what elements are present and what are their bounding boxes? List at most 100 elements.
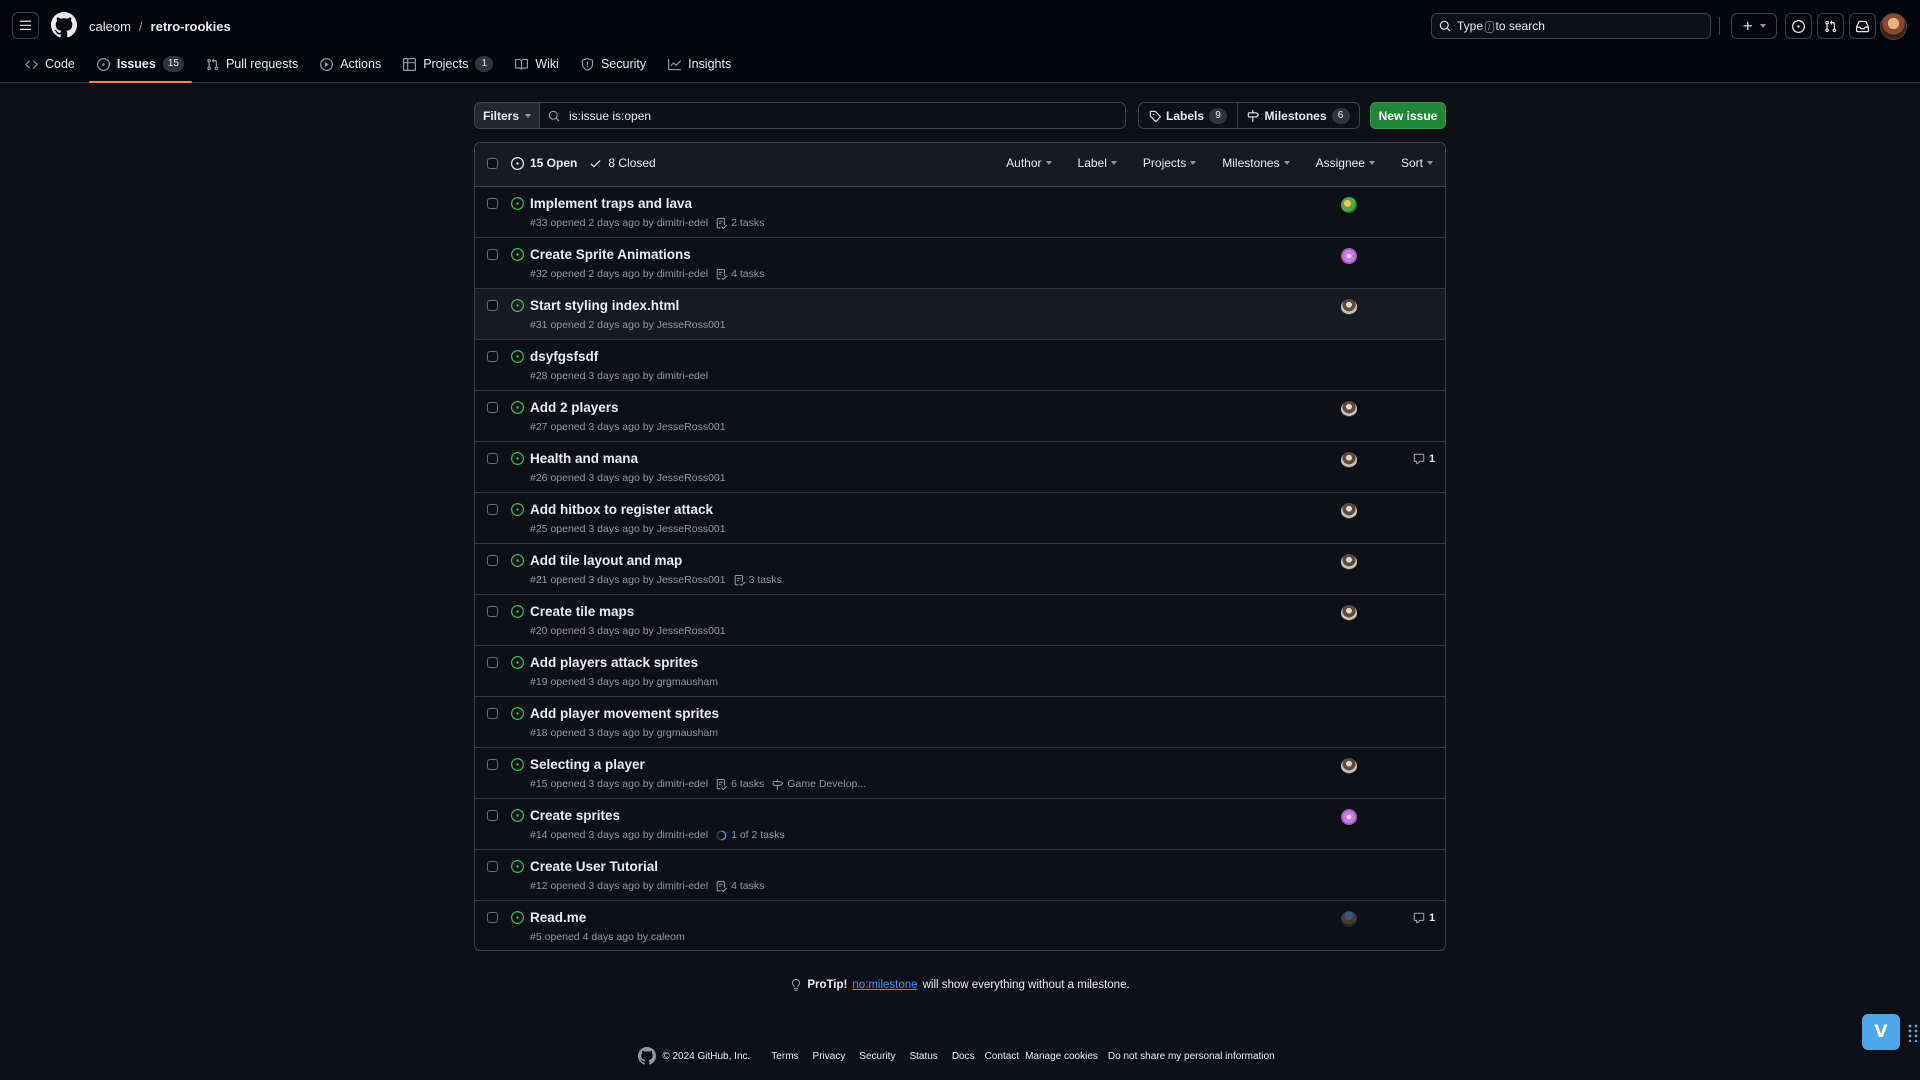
user-avatar[interactable]: [1880, 13, 1907, 40]
footer-link-manage-cookies[interactable]: Manage cookies: [1025, 1051, 1098, 1062]
issue-filter-input[interactable]: [569, 108, 1109, 123]
issue-checkbox[interactable]: [487, 351, 498, 362]
issue-checkbox[interactable]: [487, 504, 498, 515]
issue-author-link[interactable]: caleom: [651, 931, 685, 943]
assignee-avatar[interactable]: [1341, 554, 1357, 570]
issue-checkbox[interactable]: [487, 249, 498, 260]
tab-pull-requests[interactable]: Pull requests: [198, 51, 306, 77]
pull-requests-shortcut-button[interactable]: [1817, 13, 1844, 39]
issue-author-link[interactable]: dimitri-edel: [657, 217, 708, 229]
issue-author-link[interactable]: dimitri-edel: [657, 880, 708, 892]
projects-filter-dropdown[interactable]: Projects: [1143, 156, 1197, 170]
tab-insights[interactable]: Insights: [660, 51, 739, 77]
comments-link[interactable]: 1: [1413, 453, 1435, 465]
tab-code[interactable]: Code: [17, 51, 83, 77]
issue-row[interactable]: Read.me #5 opened 4 days ago by caleom 1: [475, 901, 1445, 950]
issue-row[interactable]: dsyfgsfsdf #28 opened 3 days ago by dimit…: [475, 340, 1445, 391]
issue-author-link[interactable]: grgmausham: [657, 727, 718, 739]
breadcrumb-repo[interactable]: retro-rookies: [151, 19, 231, 34]
issue-title-link[interactable]: Create User Tutorial: [530, 859, 658, 874]
assignee-avatar[interactable]: [1341, 299, 1357, 315]
issue-title-link[interactable]: Start styling index.html: [530, 298, 679, 313]
issue-row[interactable]: Add players attack sprites #19 opened 3 d…: [475, 646, 1445, 697]
issue-checkbox[interactable]: [487, 198, 498, 209]
breadcrumb-owner[interactable]: caleom: [89, 19, 131, 34]
footer-link-do-not-share-my-personal-information[interactable]: Do not share my personal information: [1108, 1051, 1275, 1062]
issue-row[interactable]: Health and mana #26 opened 3 days ago by …: [475, 442, 1445, 493]
issue-author-link[interactable]: JesseRoss001: [657, 472, 726, 484]
assignee-filter-dropdown[interactable]: Assignee: [1316, 156, 1375, 170]
issue-checkbox[interactable]: [487, 300, 498, 311]
issue-title-link[interactable]: Implement traps and lava: [530, 196, 692, 211]
tab-wiki[interactable]: Wiki: [507, 51, 567, 77]
issue-row[interactable]: Create tile maps #20 opened 3 days ago by…: [475, 595, 1445, 646]
issue-checkbox[interactable]: [487, 606, 498, 617]
global-search-input[interactable]: Type / to search: [1431, 13, 1711, 39]
issue-row[interactable]: Create Sprite Animations #32 opened 2 day…: [475, 238, 1445, 289]
issue-row[interactable]: Add hitbox to register attack #25 opened …: [475, 493, 1445, 544]
issue-author-link[interactable]: dimitri-edel: [657, 268, 708, 280]
milestones-filter-dropdown[interactable]: Milestones: [1222, 156, 1290, 170]
issue-checkbox[interactable]: [487, 555, 498, 566]
closed-issues-tab[interactable]: 8 Closed: [589, 156, 656, 170]
hamburger-menu-button[interactable]: [12, 12, 39, 39]
create-new-button[interactable]: [1731, 13, 1777, 39]
assignee-avatar[interactable]: [1341, 452, 1357, 468]
new-issue-button[interactable]: New issue: [1370, 102, 1446, 129]
issue-row[interactable]: Selecting a player #15 opened 3 days ago …: [475, 748, 1445, 799]
tab-actions[interactable]: Actions: [312, 51, 389, 77]
issue-row[interactable]: Add player movement sprites #18 opened 3 …: [475, 697, 1445, 748]
issue-row[interactable]: Create User Tutorial #12 opened 3 days ag…: [475, 850, 1445, 901]
author-filter-dropdown[interactable]: Author: [1006, 156, 1052, 170]
issue-author-link[interactable]: JesseRoss001: [657, 523, 726, 535]
assignee-avatar[interactable]: [1341, 911, 1357, 927]
issue-title-link[interactable]: Health and mana: [530, 451, 638, 466]
issue-row[interactable]: Start styling index.html #31 opened 2 day…: [475, 289, 1445, 340]
issue-filter-field[interactable]: [539, 102, 1126, 129]
footer-link-security[interactable]: Security: [859, 1051, 895, 1062]
issue-author-link[interactable]: JesseRoss001: [657, 574, 726, 586]
open-issues-tab[interactable]: 15 Open: [511, 156, 577, 170]
footer-link-status[interactable]: Status: [909, 1051, 937, 1062]
issue-checkbox[interactable]: [487, 657, 498, 668]
milestone-link[interactable]: Game Develop...: [772, 778, 866, 790]
issue-author-link[interactable]: JesseRoss001: [657, 319, 726, 331]
footer-link-contact[interactable]: Contact: [985, 1051, 1019, 1062]
assignee-avatar[interactable]: [1341, 197, 1357, 213]
issue-title-link[interactable]: Add tile layout and map: [530, 553, 682, 568]
issue-checkbox[interactable]: [487, 912, 498, 923]
protip-link[interactable]: no:milestone: [852, 979, 917, 991]
issue-row[interactable]: Implement traps and lava #33 opened 2 day…: [475, 187, 1445, 238]
issue-author-link[interactable]: grgmausham: [657, 676, 718, 688]
issue-author-link[interactable]: JesseRoss001: [657, 421, 726, 433]
comments-link[interactable]: 1: [1413, 912, 1435, 924]
issue-title-link[interactable]: Create tile maps: [530, 604, 634, 619]
issue-checkbox[interactable]: [487, 708, 498, 719]
issue-title-link[interactable]: Add hitbox to register attack: [530, 502, 713, 517]
issue-author-link[interactable]: dimitri-edel: [657, 829, 708, 841]
notifications-button[interactable]: [1849, 13, 1876, 39]
issue-checkbox[interactable]: [487, 810, 498, 821]
issue-author-link[interactable]: dimitri-edel: [657, 370, 708, 382]
assignee-avatar[interactable]: [1341, 809, 1357, 825]
issues-shortcut-button[interactable]: [1785, 13, 1812, 39]
github-mark-icon[interactable]: [638, 1047, 657, 1065]
assignee-avatar[interactable]: [1341, 401, 1357, 417]
labels-button[interactable]: Labels 9: [1139, 103, 1238, 128]
sort-filter-dropdown[interactable]: Sort: [1401, 156, 1433, 170]
issue-row[interactable]: Create sprites #14 opened 3 days ago by d…: [475, 799, 1445, 850]
issue-title-link[interactable]: Selecting a player: [530, 757, 645, 772]
issue-title-link[interactable]: dsyfgsfsdf: [530, 349, 598, 364]
assignee-avatar[interactable]: [1341, 758, 1357, 774]
tab-security[interactable]: Security: [573, 51, 654, 77]
select-all-checkbox[interactable]: [487, 158, 498, 169]
milestones-button[interactable]: Milestones 6: [1238, 103, 1359, 128]
assignee-avatar[interactable]: [1341, 605, 1357, 621]
filters-dropdown-button[interactable]: Filters: [474, 102, 540, 129]
issue-checkbox[interactable]: [487, 453, 498, 464]
footer-link-docs[interactable]: Docs: [952, 1051, 975, 1062]
tab-projects[interactable]: Projects 1: [395, 51, 501, 77]
issue-checkbox[interactable]: [487, 861, 498, 872]
issue-title-link[interactable]: Read.me: [530, 910, 586, 925]
label-filter-dropdown[interactable]: Label: [1078, 156, 1117, 170]
